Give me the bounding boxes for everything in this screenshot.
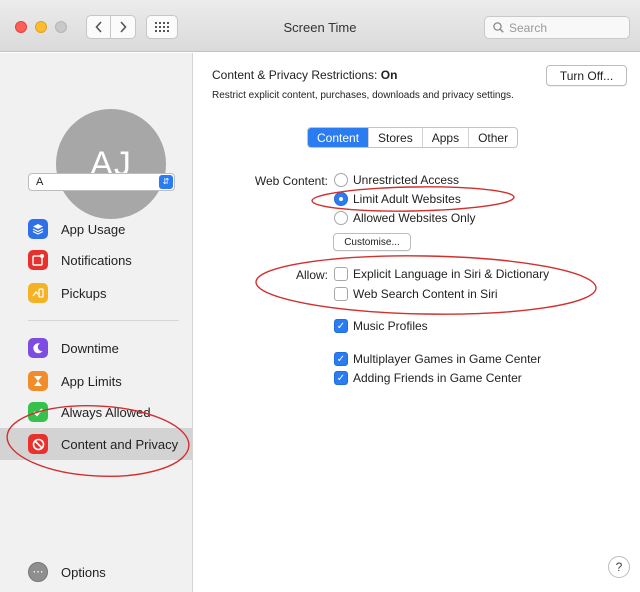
zoom-window-button[interactable] [55,21,67,33]
sidebar-item-label: App Usage [61,221,126,237]
sidebar-item-label: Always Allowed [61,404,151,420]
checkbox-adding-friends[interactable]: ✓ Adding Friends in Game Center [334,371,522,385]
checkbox[interactable] [334,287,348,301]
search-icon [493,22,504,33]
tab-content[interactable]: Content [308,128,370,147]
sidebar-item-pickups[interactable]: Pickups [0,277,193,309]
hourglass-icon [28,371,48,391]
sidebar: AJ A ⇵ App Usage Notifications Pickups D… [0,53,193,592]
user-select-value: A [36,176,44,188]
customise-button[interactable]: Customise... [333,233,411,251]
sidebar-item-label: Downtime [61,340,119,356]
turn-off-button[interactable]: Turn Off... [546,65,627,86]
checkmark-icon [28,402,48,422]
minimize-window-button[interactable] [35,21,47,33]
layers-icon [28,219,48,239]
annotation-ellipse-allow [255,255,597,315]
ellipsis-icon: ⋯ [28,562,48,582]
checkbox[interactable]: ✓ [334,371,348,385]
user-select[interactable]: A ⇵ [28,173,175,191]
checkbox-label: Multiplayer Games in Game Center [353,352,542,366]
checkbox-label: Explicit Language in Siri & Dictionary [353,267,550,281]
radio-button[interactable] [334,173,348,187]
sidebar-item-label: Notifications [61,252,132,268]
checkbox-label: Web Search Content in Siri [353,287,498,301]
checkbox-explicit-language[interactable]: Explicit Language in Siri & Dictionary [334,267,549,281]
sidebar-item-always-allowed[interactable]: Always Allowed [0,396,193,428]
sidebar-divider [28,320,179,321]
moon-icon [28,338,48,358]
radio-unrestricted-access[interactable]: Unrestricted Access [334,173,459,187]
options-button[interactable]: ⋯ Options [0,556,193,588]
checkbox-label: Music Profiles [353,319,428,333]
checkbox[interactable]: ✓ [334,352,348,366]
pickups-icon [28,283,48,303]
checkbox-music-profiles[interactable]: ✓ Music Profiles [334,319,428,333]
sidebar-item-label: Pickups [61,285,107,301]
sidebar-item-notifications[interactable]: Notifications [0,244,193,276]
search-input[interactable] [509,20,619,35]
tab-other[interactable]: Other [469,128,517,147]
radio-button[interactable] [334,211,348,225]
radio-label: Allowed Websites Only [353,211,476,225]
notification-icon [28,250,48,270]
up-down-chevron-icon: ⇵ [159,175,173,189]
tab-stores[interactable]: Stores [369,128,423,147]
options-label: Options [61,564,106,580]
sidebar-item-label: Content and Privacy [61,436,179,452]
forward-button[interactable] [111,15,136,39]
no-entry-icon [28,434,48,454]
search-field[interactable] [484,16,630,39]
tab-apps[interactable]: Apps [423,128,470,147]
sidebar-item-downtime[interactable]: Downtime [0,332,193,364]
web-content-label: Web Content: [254,174,328,188]
title-bar: Screen Time [0,0,640,52]
help-button[interactable]: ? [608,556,630,578]
restriction-status-value: On [380,68,398,82]
chevron-left-icon [94,21,102,33]
show-all-button[interactable] [146,15,178,39]
radio-label: Unrestricted Access [353,173,460,187]
checkbox-multiplayer-games[interactable]: ✓ Multiplayer Games in Game Center [334,352,541,366]
checkbox-web-search-content[interactable]: Web Search Content in Siri [334,287,498,301]
checkbox[interactable]: ✓ [334,319,348,333]
radio-limit-adult-websites[interactable]: Limit Adult Websites [334,192,461,206]
close-window-button[interactable] [15,21,27,33]
radio-allowed-websites-only[interactable]: Allowed Websites Only [334,211,476,225]
checkbox[interactable] [334,267,348,281]
restriction-description: Restrict explicit content, purchases, do… [212,90,514,101]
sidebar-item-app-usage[interactable]: App Usage [0,213,193,245]
grid-icon [155,22,169,32]
sidebar-item-label: App Limits [61,373,122,389]
sidebar-item-content-and-privacy[interactable]: Content and Privacy [0,428,193,460]
radio-label: Limit Adult Websites [353,192,461,206]
restriction-title-text: Content & Privacy Restrictions: [212,68,381,82]
avatar[interactable]: AJ [56,109,166,219]
checkbox-label: Adding Friends in Game Center [353,371,522,385]
chevron-right-icon [120,21,127,33]
content-tabs: Content Stores Apps Other [307,127,519,148]
allow-label: Allow: [295,268,328,282]
radio-button[interactable] [334,192,348,206]
sidebar-item-app-limits[interactable]: App Limits [0,365,193,397]
restriction-status: Content & Privacy Restrictions: On [212,68,397,82]
back-button[interactable] [86,15,111,39]
